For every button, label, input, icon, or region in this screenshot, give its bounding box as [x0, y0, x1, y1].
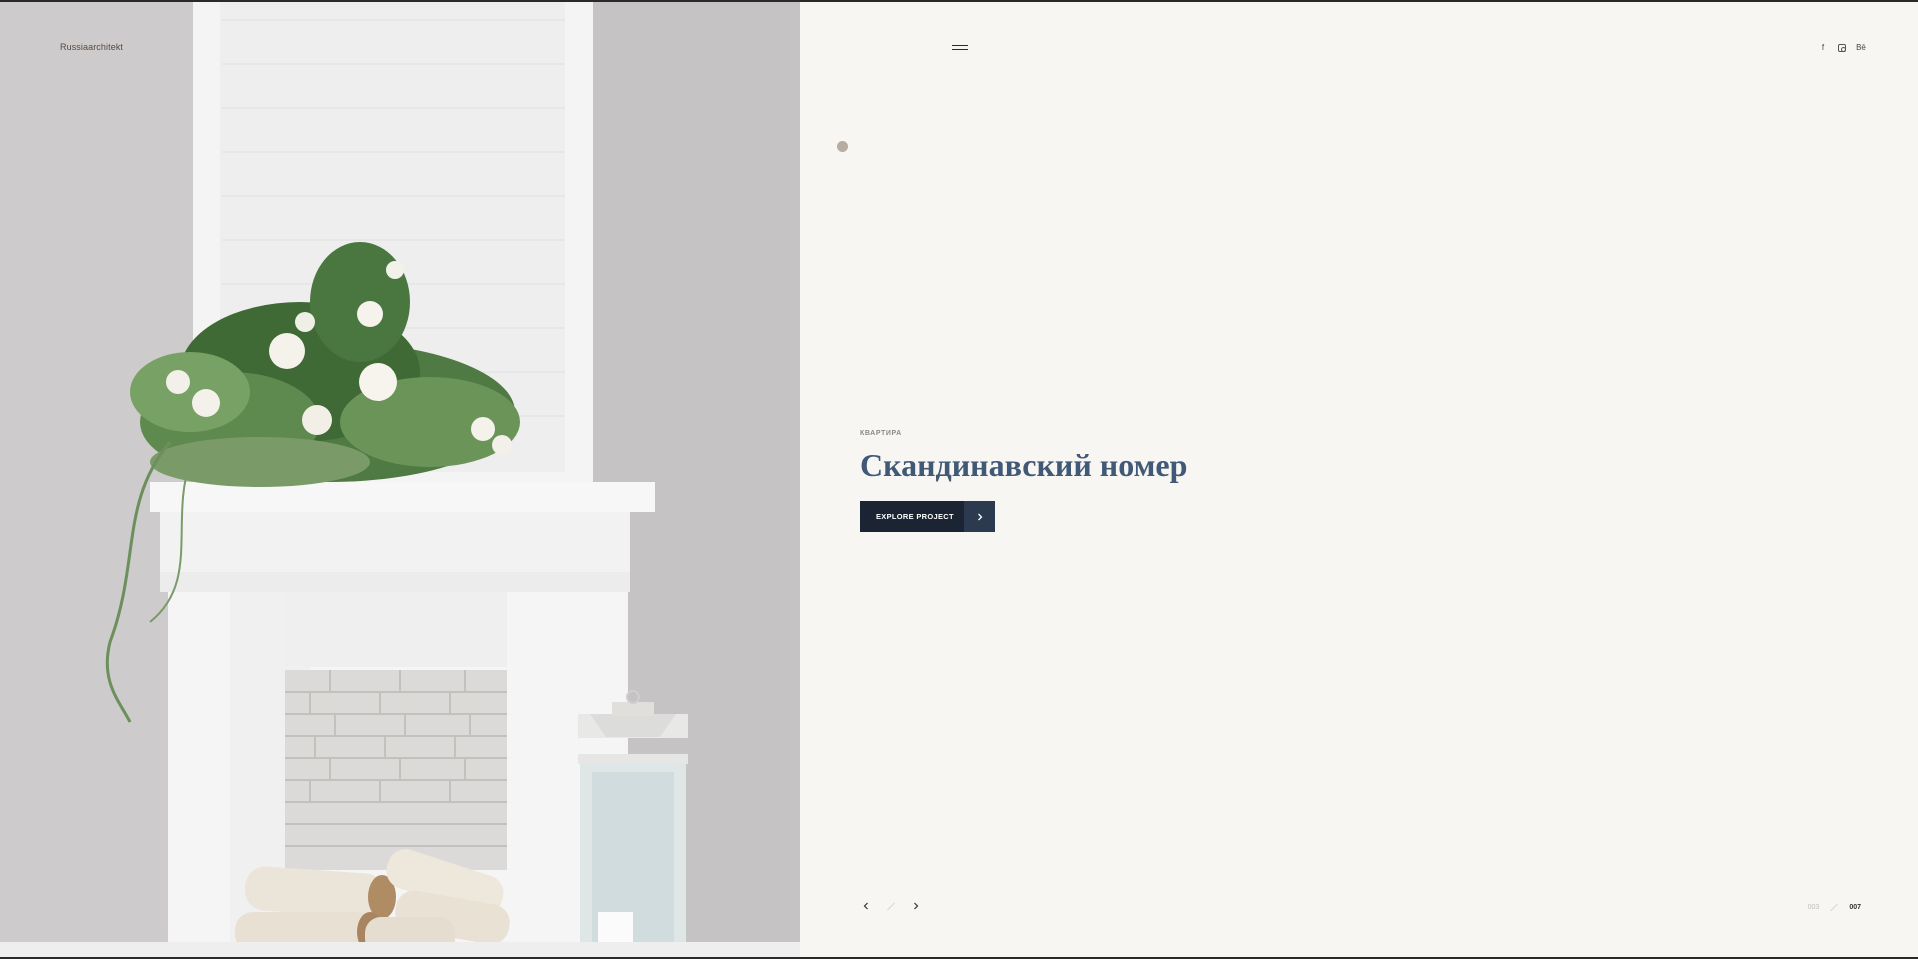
- content-panel: f Bē КВАРТИРА Скандинавский номер EXPLOR…: [800, 2, 1918, 957]
- slider-nav: [860, 900, 922, 912]
- project-title: Скандинавский номер: [860, 447, 1188, 483]
- fireplace-photo: [0, 2, 800, 957]
- counter-divider: [1830, 903, 1839, 912]
- hamburger-icon[interactable]: [952, 44, 968, 52]
- social-links: f Bē: [1818, 43, 1866, 53]
- facebook-icon[interactable]: f: [1818, 43, 1828, 53]
- current-slide: 003: [1807, 904, 1820, 911]
- instagram-icon[interactable]: [1838, 44, 1846, 52]
- nav-divider: [887, 902, 895, 910]
- total-slides: 007: [1849, 904, 1861, 911]
- behance-icon[interactable]: Bē: [1856, 43, 1866, 53]
- decorative-dot: [837, 141, 848, 152]
- chevron-right-icon: [964, 501, 995, 532]
- explore-project-label: EXPLORE PROJECT: [876, 512, 954, 521]
- project-category: КВАРТИРА: [860, 430, 902, 437]
- brand-logo[interactable]: Russiaarchitekt: [60, 42, 123, 52]
- slide-counter: 003 007: [1807, 903, 1861, 912]
- chevron-right-icon[interactable]: [910, 900, 922, 912]
- explore-project-button[interactable]: EXPLORE PROJECT: [860, 501, 995, 532]
- hero-image: [0, 2, 800, 957]
- chevron-left-icon[interactable]: [860, 900, 872, 912]
